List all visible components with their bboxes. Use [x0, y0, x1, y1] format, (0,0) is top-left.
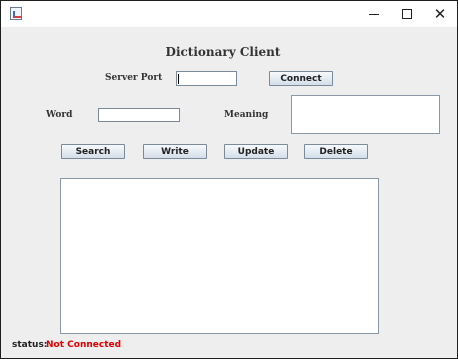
page-title: Dictionary Client [165, 45, 281, 59]
server-port-input[interactable] [176, 71, 237, 86]
java-app-icon [10, 7, 22, 20]
server-port-label: Server Port [105, 73, 163, 83]
meaning-textarea[interactable] [291, 95, 440, 134]
close-icon: ✕ [433, 4, 447, 23]
write-button[interactable]: Write [143, 144, 207, 159]
output-textarea[interactable] [60, 178, 379, 334]
delete-button[interactable]: Delete [304, 144, 368, 159]
text-caret [178, 74, 179, 84]
meaning-label: Meaning [224, 110, 269, 120]
word-input[interactable] [98, 108, 180, 122]
update-button[interactable]: Update [224, 144, 288, 159]
close-button[interactable]: ✕ [423, 1, 457, 27]
word-label: Word [46, 110, 73, 120]
status-label: status: [12, 340, 48, 350]
maximize-button[interactable] [390, 1, 424, 27]
app-window: ✕ Dictionary Client Server Port Connect … [0, 0, 458, 359]
maximize-icon [402, 9, 412, 19]
title-bar: ✕ [1, 1, 457, 27]
minimize-button[interactable] [357, 1, 391, 27]
status-value: Not Connected [46, 340, 122, 350]
minimize-icon [369, 13, 379, 15]
connect-button[interactable]: Connect [269, 71, 333, 86]
search-button[interactable]: Search [61, 144, 125, 159]
